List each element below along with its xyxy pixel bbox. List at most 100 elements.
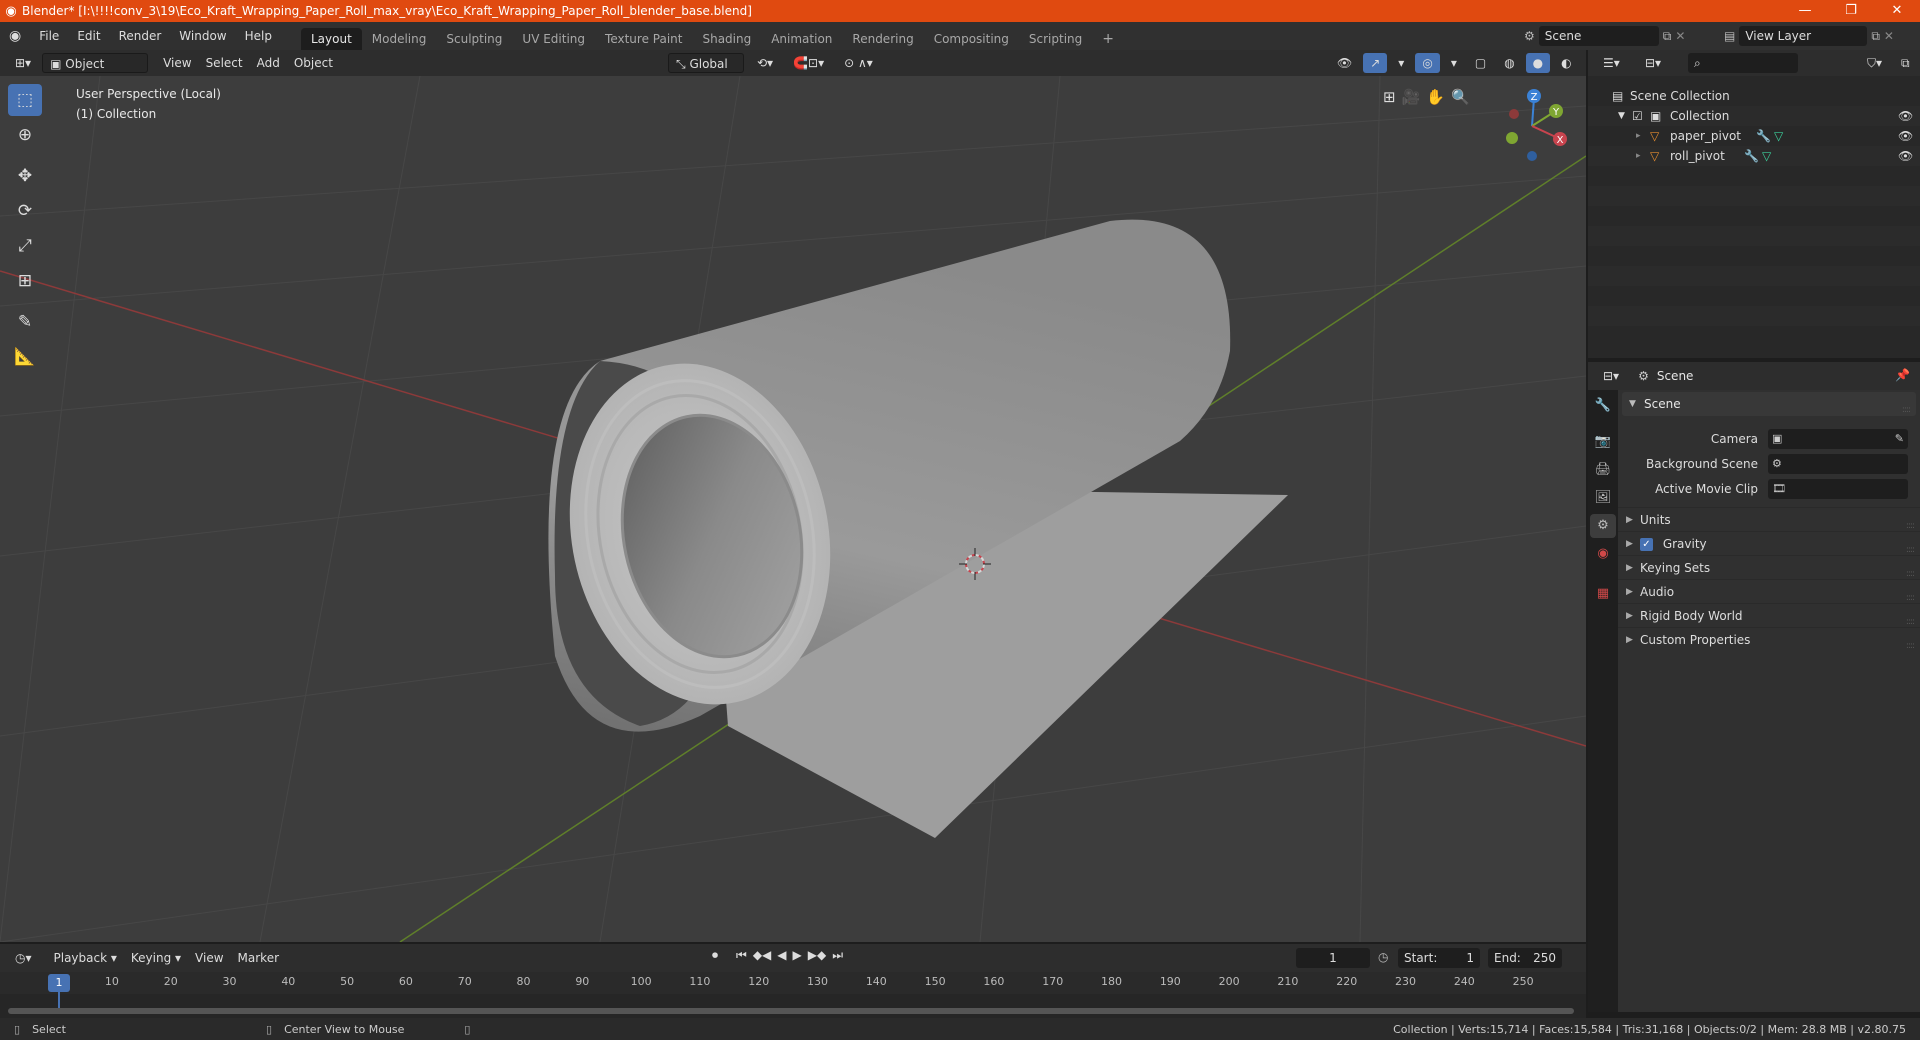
rotate-tool-icon[interactable]: ⟳ bbox=[8, 195, 42, 227]
overlay-menu-icon[interactable]: ▾ bbox=[1444, 53, 1464, 73]
material-shading-icon[interactable]: ◐ bbox=[1554, 53, 1578, 73]
tab-scripting[interactable]: Scripting bbox=[1019, 28, 1092, 50]
menu-window[interactable]: Window bbox=[170, 22, 235, 50]
outliner-row-scene-collection[interactable]: ▤ Scene Collection bbox=[1588, 86, 1920, 106]
menu-timeline-view[interactable]: View bbox=[188, 948, 230, 968]
select-box-tool-icon[interactable]: ⬚ bbox=[8, 84, 42, 116]
frame-ruler[interactable]: 10 20 30 40 50 60 70 80 90 100 110 120 130 140 150 160 1… bbox=[0, 972, 1586, 994]
preview-range-icon[interactable]: ◷ bbox=[1378, 950, 1388, 964]
transform-tool-icon[interactable]: ⊞ bbox=[8, 265, 42, 297]
end-frame-field[interactable]: End: 250 bbox=[1488, 948, 1562, 968]
menu-view[interactable]: View bbox=[156, 53, 198, 73]
playhead[interactable]: 1 bbox=[48, 974, 70, 992]
cursor-tool-icon[interactable]: ⊕ bbox=[8, 119, 42, 151]
tab-animation[interactable]: Animation bbox=[761, 28, 842, 50]
next-keyframe-icon[interactable]: ▶◆ bbox=[808, 948, 826, 963]
overlay-toggle-icon[interactable]: ◎ bbox=[1415, 53, 1440, 73]
visibility-eye-icon[interactable]: 👁 bbox=[1898, 126, 1913, 146]
custom-properties-panel-header[interactable]: ▶ Custom Properties :::: bbox=[1618, 627, 1920, 651]
gizmo-menu-icon[interactable]: ▾ bbox=[1391, 53, 1411, 73]
output-tab-icon[interactable]: 🖨 bbox=[1590, 458, 1616, 482]
background-scene-field[interactable]: ⚙ bbox=[1768, 453, 1908, 474]
play-reverse-icon[interactable]: ◀ bbox=[777, 948, 786, 963]
current-frame-field[interactable]: 1 bbox=[1296, 948, 1370, 968]
active-movie-clip-field[interactable]: 🎞 bbox=[1768, 478, 1908, 499]
camera-view-icon[interactable]: 🎥 bbox=[1402, 88, 1421, 106]
menu-help[interactable]: Help bbox=[236, 22, 281, 50]
close-button[interactable]: ✕ bbox=[1874, 0, 1920, 22]
render-tab-icon[interactable]: 📷 bbox=[1590, 430, 1616, 454]
annotate-tool-icon[interactable]: ✎ bbox=[8, 306, 42, 338]
audio-panel-header[interactable]: ▶ Audio :::: bbox=[1618, 579, 1920, 603]
pin-icon[interactable]: 📌 bbox=[1895, 368, 1910, 382]
outliner-editor-type-icon[interactable]: ☰▾ bbox=[1596, 53, 1627, 73]
timeline-area[interactable]: 10 20 30 40 50 60 70 80 90 100 110 120 130 140 150 160 1… bbox=[0, 972, 1586, 1018]
outliner-row-roll-pivot[interactable]: ▸ ▽ roll_pivot 🔧 ▽ 👁 bbox=[1588, 146, 1920, 166]
outliner-row-paper-pivot[interactable]: ▸ ▽ paper_pivot 🔧 ▽ 👁 bbox=[1588, 126, 1920, 146]
snap-icon[interactable]: 🧲⊡▾ bbox=[786, 53, 831, 73]
view-layer-selector[interactable]: View Layer bbox=[1739, 26, 1868, 46]
scene-tab-icon[interactable]: ⚙ bbox=[1590, 514, 1616, 538]
timeline-editor-type-icon[interactable]: ◷▾ bbox=[8, 948, 39, 968]
start-frame-field[interactable]: Start: 1 bbox=[1398, 948, 1480, 968]
orientation-selector[interactable]: ⤡ Global ▾ bbox=[668, 53, 744, 91]
add-workspace-button[interactable]: + bbox=[1092, 28, 1124, 50]
menu-marker[interactable]: Marker bbox=[231, 948, 286, 968]
menu-render[interactable]: Render bbox=[110, 22, 171, 50]
world-tab-icon[interactable]: ◉ bbox=[1590, 542, 1616, 566]
tab-shading[interactable]: Shading bbox=[692, 28, 761, 50]
pivot-icon[interactable]: ⟲▾ bbox=[750, 53, 780, 73]
remove-scene-icon[interactable]: ✕ bbox=[1675, 29, 1685, 43]
expand-arrow-icon[interactable]: ▸ bbox=[1636, 126, 1641, 146]
keying-sets-panel-header[interactable]: ▶ Keying Sets :::: bbox=[1618, 555, 1920, 579]
rigid-body-world-panel-header[interactable]: ▶ Rigid Body World :::: bbox=[1618, 603, 1920, 627]
menu-edit[interactable]: Edit bbox=[68, 22, 109, 50]
scale-tool-icon[interactable]: ⤢ bbox=[8, 230, 42, 262]
scene-panel-header[interactable]: ▼ Scene :::: bbox=[1622, 392, 1916, 416]
visibility-eye-icon[interactable]: 👁 bbox=[1898, 106, 1913, 126]
navigation-gizmo[interactable]: Z Y X bbox=[1490, 84, 1570, 164]
gizmo-toggle-icon[interactable]: ↗ bbox=[1363, 53, 1388, 73]
jump-start-icon[interactable]: ⏮ bbox=[736, 948, 747, 963]
record-button-icon[interactable]: ⏺ bbox=[712, 948, 718, 963]
tab-layout[interactable]: Layout bbox=[300, 28, 362, 50]
menu-playback[interactable]: Playback ▾ bbox=[47, 948, 124, 968]
expand-arrow-icon[interactable]: ▸ bbox=[1636, 146, 1641, 166]
gravity-checkbox[interactable]: ✓ bbox=[1640, 538, 1653, 551]
menu-file[interactable]: File bbox=[30, 22, 68, 50]
texture-tab-icon[interactable]: ▦ bbox=[1590, 582, 1616, 606]
tab-uv-editing[interactable]: UV Editing bbox=[512, 28, 595, 50]
camera-field[interactable]: ▣ ✎ bbox=[1768, 428, 1908, 449]
wireframe-shading-icon[interactable]: ◍ bbox=[1497, 53, 1521, 73]
checkbox-icon[interactable]: ☑ bbox=[1632, 106, 1643, 126]
view-layer-tab-icon[interactable]: 🖼 bbox=[1590, 486, 1616, 510]
toggle-camera-view-icon[interactable]: ⊞ bbox=[1383, 88, 1396, 106]
menu-add[interactable]: Add bbox=[250, 53, 287, 73]
units-panel-header[interactable]: ▶ Units :::: bbox=[1618, 507, 1920, 531]
timeline-scrollbar[interactable] bbox=[8, 1008, 1574, 1014]
play-icon[interactable]: ▶ bbox=[793, 948, 802, 963]
prev-keyframe-icon[interactable]: ◆◀ bbox=[753, 948, 771, 963]
outliner-row-collection[interactable]: ▼ ☑ ▣ Collection 👁 bbox=[1588, 106, 1920, 126]
pan-view-icon[interactable]: ✋ bbox=[1426, 88, 1445, 106]
mode-selector[interactable]: ▣ Object Mode ▾ bbox=[42, 53, 149, 91]
new-scene-icon[interactable]: ⧉ bbox=[1663, 29, 1672, 44]
outliner-search-input[interactable]: ⌕ bbox=[1688, 53, 1798, 73]
tab-sculpting[interactable]: Sculpting bbox=[436, 28, 512, 50]
zoom-view-icon[interactable]: 🔍 bbox=[1451, 88, 1470, 106]
gravity-panel-header[interactable]: ▶ ✓ Gravity :::: bbox=[1618, 531, 1920, 555]
remove-view-layer-icon[interactable]: ✕ bbox=[1884, 29, 1894, 43]
display-mode-icon[interactable]: ⊟▾ bbox=[1638, 53, 1668, 73]
move-tool-icon[interactable]: ✥ bbox=[8, 160, 42, 192]
tab-texture-paint[interactable]: Texture Paint bbox=[595, 28, 692, 50]
tab-compositing[interactable]: Compositing bbox=[924, 28, 1019, 50]
filter-icon[interactable]: ⛉▾ bbox=[1860, 53, 1889, 73]
menu-select[interactable]: Select bbox=[199, 53, 250, 73]
new-collection-icon[interactable]: ⧉ bbox=[1894, 53, 1917, 73]
solid-shading-icon[interactable]: ● bbox=[1525, 53, 1551, 73]
menu-object[interactable]: Object bbox=[287, 53, 340, 73]
editor-type-icon[interactable]: ⊞▾ bbox=[8, 53, 38, 73]
visibility-icon[interactable]: 👁▾ bbox=[1330, 53, 1359, 90]
tool-settings-tab-icon[interactable]: 🔧 bbox=[1590, 394, 1616, 418]
visibility-eye-icon[interactable]: 👁 bbox=[1898, 146, 1913, 166]
